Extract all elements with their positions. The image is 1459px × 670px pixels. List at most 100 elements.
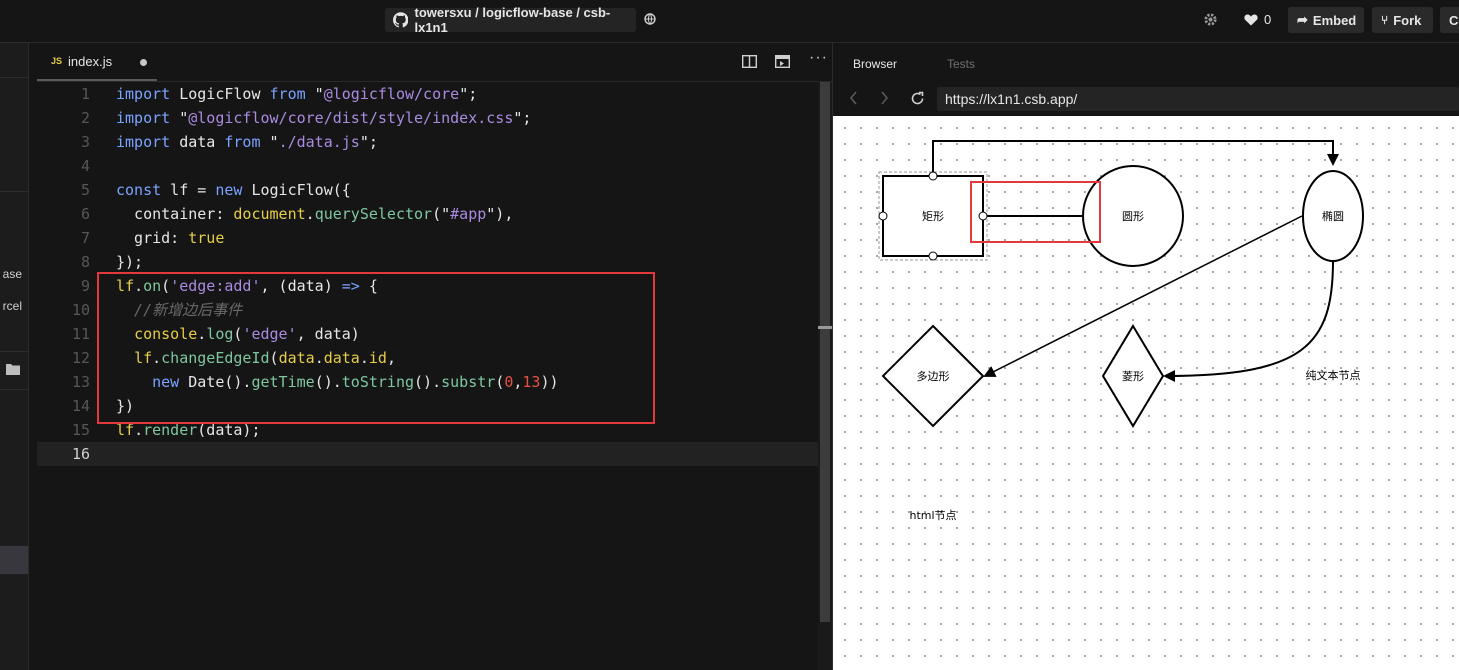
code-token: " bbox=[305, 85, 324, 103]
fork-button[interactable]: ⑂ Fork bbox=[1372, 7, 1433, 33]
code-token: "; bbox=[513, 109, 532, 127]
code-token: getTime bbox=[251, 373, 315, 391]
code-token: => bbox=[341, 277, 360, 295]
code-token: data bbox=[323, 349, 360, 367]
node-text[interactable]: 纯文本节点 bbox=[1306, 368, 1361, 382]
code-line[interactable]: 12 lf.changeEdgeId(data.data.id, bbox=[37, 346, 818, 370]
repo-breadcrumb[interactable]: towersxu / logicflow-base / csb-lx1n1 bbox=[385, 5, 636, 35]
javascript-icon: JS bbox=[51, 56, 63, 66]
code-text: }) bbox=[116, 394, 134, 418]
sidebar-item-fragment[interactable]: ase bbox=[3, 267, 22, 281]
code-token: on bbox=[143, 277, 162, 295]
tab-tests[interactable]: Tests bbox=[947, 57, 975, 71]
code-token: #app bbox=[450, 205, 487, 223]
code-text: new Date().getTime().toString().substr(0… bbox=[116, 370, 558, 394]
line-number: 3 bbox=[80, 133, 90, 151]
code-line[interactable]: 11 console.log('edge', data) bbox=[37, 322, 818, 346]
code-token: . bbox=[305, 205, 315, 223]
code-line[interactable]: 8}); bbox=[37, 250, 818, 274]
top-bar: towersxu / logicflow-base / csb-lx1n1 0 … bbox=[0, 0, 1459, 43]
gear-icon[interactable] bbox=[1203, 12, 1218, 27]
github-icon bbox=[393, 12, 409, 28]
like-button[interactable]: 0 bbox=[1244, 12, 1271, 27]
code-token: , bbox=[386, 349, 396, 367]
code-token: (" bbox=[432, 205, 451, 223]
code-token: (). bbox=[314, 373, 342, 391]
anchor-point[interactable] bbox=[978, 211, 988, 221]
node-ellipse[interactable]: 椭圆 bbox=[1302, 170, 1364, 262]
scrollbar-thumb[interactable] bbox=[820, 82, 830, 622]
code-token: new bbox=[215, 181, 243, 199]
code-token: from bbox=[224, 133, 261, 151]
code-line[interactable]: 9 lf.on('edge:add', (data) => { bbox=[37, 274, 818, 298]
code-token: ( bbox=[269, 349, 279, 367]
code-text: container: document.querySelector("#app"… bbox=[116, 202, 513, 226]
editor-scrollbar[interactable] bbox=[818, 82, 832, 670]
node-polygon[interactable]: 多边形 bbox=[881, 324, 985, 428]
code-line[interactable]: 4 bbox=[37, 154, 818, 178]
create-label: C bbox=[1449, 12, 1459, 28]
code-token: true bbox=[188, 229, 225, 247]
anchor-point[interactable] bbox=[928, 171, 938, 181]
diagram-svg[interactable]: 矩形 圆形 椭圆 多边形 菱形 纯文本节点 html节点 bbox=[833, 116, 1459, 670]
code-line[interactable]: 6 container: document.querySelector("#ap… bbox=[37, 202, 818, 226]
preview-icon[interactable] bbox=[775, 55, 790, 68]
node-polygon-label: 多边形 bbox=[917, 369, 950, 383]
code-line[interactable]: 14}) bbox=[37, 394, 818, 418]
create-button[interactable]: C bbox=[1440, 7, 1459, 33]
embed-button[interactable]: ➦ Embed bbox=[1288, 7, 1364, 33]
globe-icon[interactable] bbox=[644, 13, 656, 25]
refresh-icon[interactable] bbox=[910, 91, 925, 106]
sidebar-divider bbox=[0, 191, 28, 192]
code-line[interactable]: 1 import LogicFlow from "@logicflow/core"… bbox=[37, 82, 818, 106]
code-token: render bbox=[143, 421, 198, 439]
code-line[interactable]: 3 import data from "./data.js"; bbox=[37, 130, 818, 154]
code-line[interactable]: 13 new Date().getTime().toString().subst… bbox=[37, 370, 818, 394]
node-diamond[interactable]: 菱形 bbox=[1101, 324, 1165, 428]
more-options-icon[interactable]: ··· bbox=[809, 49, 828, 67]
code-text: lf.on('edge:add', (data) => { bbox=[116, 274, 378, 298]
split-view-icon[interactable] bbox=[742, 55, 757, 68]
code-line[interactable]: 7 grid: true bbox=[37, 226, 818, 250]
code-token: (data); bbox=[197, 421, 261, 439]
unsaved-dot-icon[interactable] bbox=[140, 59, 147, 66]
tab-browser[interactable]: Browser bbox=[853, 57, 897, 71]
code-token: ( bbox=[161, 277, 171, 295]
code-editor[interactable]: 1 import LogicFlow from "@logicflow/core"… bbox=[37, 82, 818, 670]
line-number: 14 bbox=[71, 397, 90, 415]
node-html[interactable]: html节点 bbox=[909, 509, 956, 522]
sidebar-divider bbox=[0, 77, 28, 78]
sidebar-selected-item[interactable] bbox=[0, 546, 28, 574]
code-token: " bbox=[170, 109, 189, 127]
url-input[interactable]: https://lx1n1.csb.app/ bbox=[937, 87, 1459, 111]
anchor-point[interactable] bbox=[928, 251, 938, 261]
code-token: . bbox=[134, 421, 144, 439]
sidebar-item-fragment[interactable]: rcel bbox=[3, 299, 22, 313]
code-token: }) bbox=[116, 397, 135, 415]
code-line[interactable]: 16 bbox=[37, 442, 818, 466]
code-text: lf.render(data); bbox=[116, 418, 261, 442]
code-line[interactable]: 10 //新增边后事件 bbox=[37, 298, 818, 322]
back-icon[interactable] bbox=[849, 91, 858, 105]
code-line[interactable]: 2 import "@logicflow/core/dist/style/inde… bbox=[37, 106, 818, 130]
line-number: 2 bbox=[80, 109, 90, 127]
anchor-point[interactable] bbox=[878, 211, 888, 221]
edge-ellipse-to-diamond[interactable] bbox=[1163, 260, 1334, 382]
folder-icon[interactable] bbox=[6, 363, 20, 375]
code-text: grid: true bbox=[116, 226, 224, 250]
tab-index-js[interactable]: JS index.js bbox=[37, 43, 157, 81]
node-diamond-label: 菱形 bbox=[1122, 370, 1144, 383]
line-number: 11 bbox=[71, 325, 90, 343]
code-token: LogicFlow({ bbox=[242, 181, 351, 199]
code-token: { bbox=[359, 277, 378, 295]
logicflow-canvas[interactable]: 矩形 圆形 椭圆 多边形 菱形 纯文本节点 html节点 bbox=[833, 116, 1459, 670]
code-token: data bbox=[170, 133, 225, 151]
forward-icon[interactable] bbox=[880, 91, 889, 105]
code-token: toString bbox=[341, 373, 415, 391]
code-line[interactable]: 15 lf.render(data); bbox=[37, 418, 818, 442]
line-number: 12 bbox=[71, 349, 90, 367]
code-line[interactable]: 5 const lf = new LogicFlow({ bbox=[37, 178, 818, 202]
